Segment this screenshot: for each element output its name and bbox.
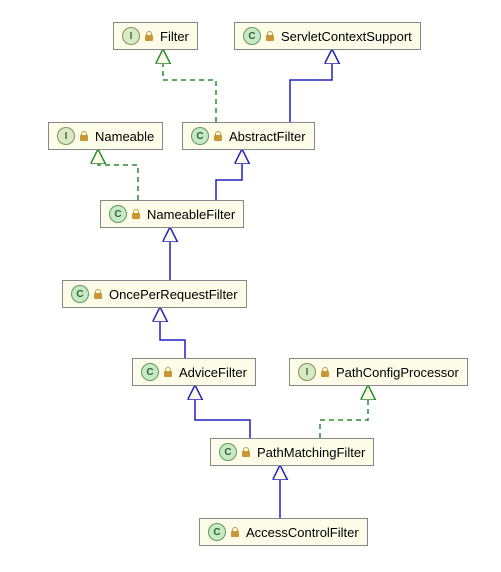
class-icon: C bbox=[219, 443, 237, 461]
lock-icon bbox=[213, 131, 223, 141]
lock-icon bbox=[241, 447, 251, 457]
node-path-matching-filter[interactable]: C PathMatchingFilter bbox=[210, 438, 374, 466]
interface-icon: I bbox=[122, 27, 140, 45]
lock-icon bbox=[163, 367, 173, 377]
lock-icon bbox=[131, 209, 141, 219]
node-label: Filter bbox=[160, 29, 189, 44]
class-icon: C bbox=[243, 27, 261, 45]
node-once-per-request-filter[interactable]: C OncePerRequestFilter bbox=[62, 280, 247, 308]
class-icon: C bbox=[71, 285, 89, 303]
node-label: NameableFilter bbox=[147, 207, 235, 222]
lock-icon bbox=[93, 289, 103, 299]
node-filter[interactable]: I Filter bbox=[113, 22, 198, 50]
lock-icon bbox=[144, 31, 154, 41]
class-icon: C bbox=[109, 205, 127, 223]
node-label: AbstractFilter bbox=[229, 129, 306, 144]
lock-icon bbox=[265, 31, 275, 41]
node-abstract-filter[interactable]: C AbstractFilter bbox=[182, 122, 315, 150]
class-icon: C bbox=[191, 127, 209, 145]
node-label: PathMatchingFilter bbox=[257, 445, 365, 460]
lock-icon bbox=[79, 131, 89, 141]
node-access-control-filter[interactable]: C AccessControlFilter bbox=[199, 518, 368, 546]
node-label: AccessControlFilter bbox=[246, 525, 359, 540]
class-icon: C bbox=[141, 363, 159, 381]
interface-icon: I bbox=[298, 363, 316, 381]
uml-diagram: I Filter C ServletContextSupport I Namea… bbox=[0, 0, 501, 572]
node-label: PathConfigProcessor bbox=[336, 365, 459, 380]
class-icon: C bbox=[208, 523, 226, 541]
node-nameable-filter[interactable]: C NameableFilter bbox=[100, 200, 244, 228]
node-path-config-processor[interactable]: I PathConfigProcessor bbox=[289, 358, 468, 386]
node-advice-filter[interactable]: C AdviceFilter bbox=[132, 358, 256, 386]
node-label: AdviceFilter bbox=[179, 365, 247, 380]
lock-icon bbox=[230, 527, 240, 537]
lock-icon bbox=[320, 367, 330, 377]
interface-icon: I bbox=[57, 127, 75, 145]
node-label: Nameable bbox=[95, 129, 154, 144]
node-servlet-context-support[interactable]: C ServletContextSupport bbox=[234, 22, 421, 50]
node-nameable[interactable]: I Nameable bbox=[48, 122, 163, 150]
node-label: ServletContextSupport bbox=[281, 29, 412, 44]
node-label: OncePerRequestFilter bbox=[109, 287, 238, 302]
